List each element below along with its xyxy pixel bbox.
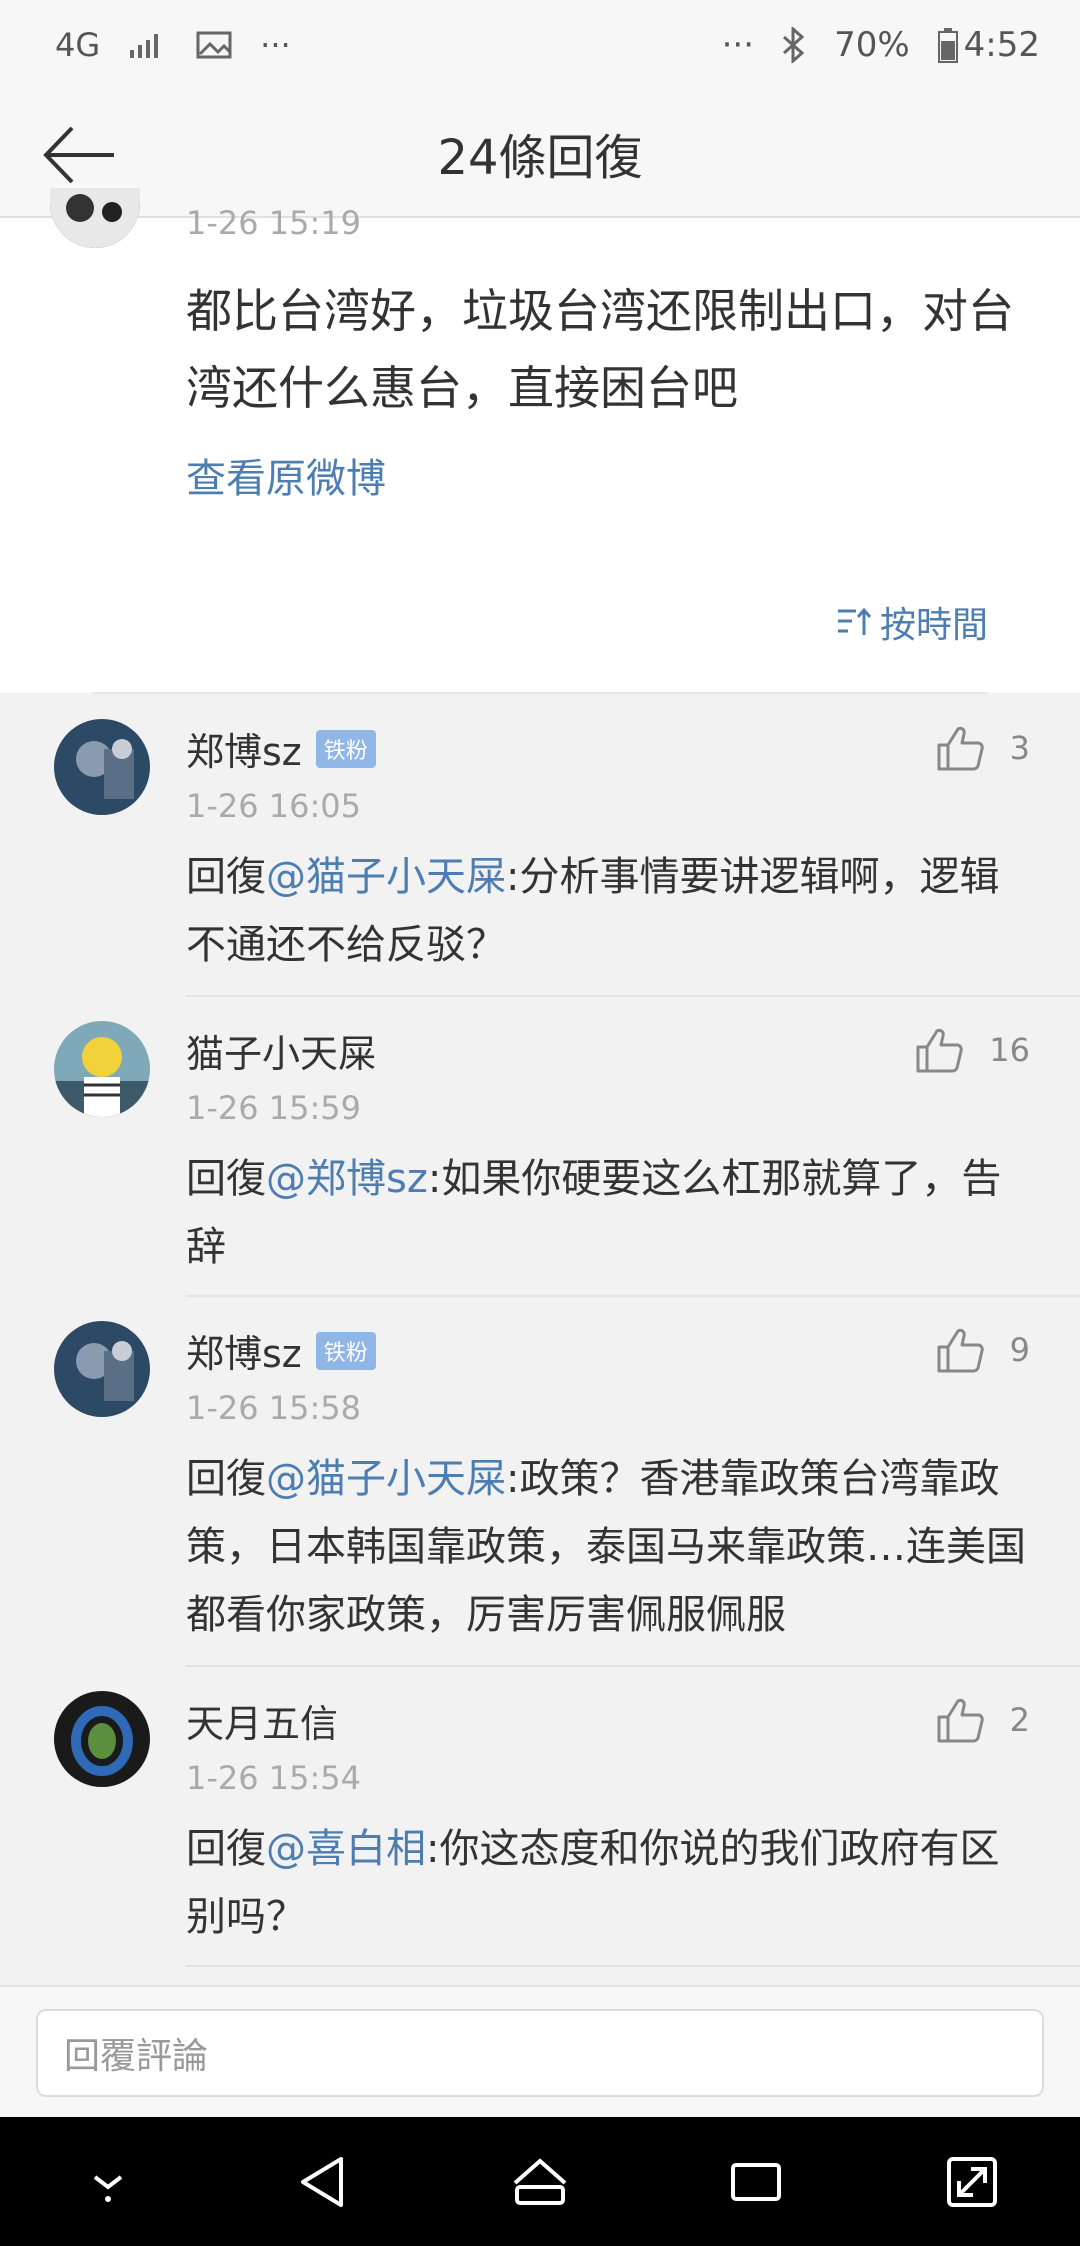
username[interactable]: 郑博sz 铁粉 <box>186 1323 376 1378</box>
comment-time: 1-26 15:58 <box>186 1389 362 1427</box>
signal-icon <box>130 34 159 58</box>
sort-label: 按時間 <box>879 605 988 646</box>
expand-icon[interactable] <box>939 2149 1005 2215</box>
more-status-icon: ··· <box>721 25 755 65</box>
clock: 4:52 <box>963 25 1040 65</box>
like-count: 3 <box>1009 729 1030 767</box>
like-button[interactable]: 2 <box>936 1697 1030 1743</box>
title-bar: 24條回復 <box>0 90 1080 218</box>
comment-text: 回復@猫子小天屎:分析事情要讲逻辑啊，逻辑不通还不给反驳？ <box>186 854 1000 968</box>
thumbs-up-icon <box>937 1698 984 1743</box>
comment-list: 郑博sz 铁粉 1-26 16:05 回復@猫子小天屎:分析事情要讲逻辑啊，逻辑… <box>0 695 1080 1967</box>
view-original-link[interactable]: 查看原微博 <box>186 446 386 504</box>
avatar[interactable] <box>54 719 150 815</box>
mention-link[interactable]: @郑博sz <box>266 1156 428 1202</box>
battery-icon <box>937 28 958 63</box>
like-button[interactable]: 16 <box>915 1027 1030 1073</box>
comment-item: 猫子小天屎 1-26 15:59 回復@郑博sz:如果你硬要这么杠那就算了，告辞… <box>0 997 1080 1297</box>
comment-text: 回復@猫子小天屎:政策？香港靠政策台湾靠政策，日本韩国靠政策，泰国马来靠政策…连… <box>186 1456 1026 1638</box>
more-notifications-icon: ··· <box>260 26 291 64</box>
like-count: 9 <box>1009 1331 1030 1369</box>
back-arrow-icon[interactable] <box>40 120 120 190</box>
fan-badge: 铁粉 <box>315 729 376 768</box>
divider <box>92 692 988 694</box>
comment-text: 回復@喜白相:你这态度和你说的我们政府有区别吗？ <box>186 1826 1000 1940</box>
comment-text: 回復@郑博sz:如果你硬要这么杠那就算了，告辞 <box>186 1156 1002 1270</box>
comment-time: 1-26 15:54 <box>186 1759 362 1797</box>
post-time: 1-26 15:19 <box>186 204 362 242</box>
avatar[interactable] <box>54 1321 150 1417</box>
fan-badge: 铁粉 <box>315 1331 376 1370</box>
divider <box>186 1965 1080 1967</box>
sort-icon <box>837 607 872 635</box>
like-count: 16 <box>989 1031 1030 1069</box>
mention-link[interactable]: @猫子小天屎 <box>266 1456 506 1502</box>
post-avatar[interactable] <box>50 188 140 248</box>
comment-item: 郑博sz 铁粉 1-26 15:58 回復@猫子小天屎:政策？香港靠政策台湾靠政… <box>0 1297 1080 1667</box>
username[interactable]: 天月五信 <box>186 1693 338 1748</box>
sort-by-time-button[interactable]: 按時間 <box>836 596 988 648</box>
comment-item: 天月五信 1-26 15:54 回復@喜白相:你这态度和你说的我们政府有区别吗？… <box>0 1667 1080 1967</box>
like-button[interactable]: 9 <box>936 1327 1030 1373</box>
status-bar: 4G ··· ··· 70% 4:52 <box>0 0 1080 90</box>
thumbs-up-icon <box>937 1328 984 1373</box>
username[interactable]: 猫子小天屎 <box>186 1023 376 1078</box>
thumbs-up-icon <box>916 1028 964 1073</box>
comment-time: 1-26 15:59 <box>186 1089 362 1127</box>
home-icon[interactable] <box>507 2149 573 2215</box>
mention-link[interactable]: @猫子小天屎 <box>266 854 506 900</box>
reply-input[interactable]: 回覆評論 <box>36 2009 1044 2097</box>
avatar[interactable] <box>54 1691 150 1787</box>
recent-apps-icon[interactable] <box>723 2149 789 2215</box>
username[interactable]: 郑博sz 铁粉 <box>186 721 376 776</box>
like-count: 2 <box>1009 1701 1030 1739</box>
image-icon <box>196 31 232 59</box>
avatar[interactable] <box>54 1021 150 1117</box>
back-triangle-icon[interactable] <box>291 2149 357 2215</box>
original-post: 1-26 15:19 都比台湾好，垃圾台湾还限制出口，对台湾还什么惠台，直接困台… <box>0 188 1080 694</box>
comment-item: 郑博sz 铁粉 1-26 16:05 回復@猫子小天屎:分析事情要讲逻辑啊，逻辑… <box>0 695 1080 997</box>
comment-time: 1-26 16:05 <box>186 787 362 825</box>
reply-bar: 回覆評論 <box>0 1985 1080 2117</box>
page-title: 24條回復 <box>437 130 643 186</box>
like-button[interactable]: 3 <box>936 725 1030 771</box>
battery-percent: 70% <box>834 25 910 65</box>
mention-link[interactable]: @喜白相 <box>266 1826 426 1872</box>
system-nav-bar <box>0 2117 1080 2246</box>
bluetooth-icon <box>783 27 805 63</box>
network-label: 4G <box>55 26 101 64</box>
thumbs-up-icon <box>937 726 984 771</box>
hide-keyboard-icon[interactable] <box>75 2149 141 2215</box>
post-text: 都比台湾好，垃圾台湾还限制出口，对台湾还什么惠台，直接困台吧 <box>186 284 1014 415</box>
